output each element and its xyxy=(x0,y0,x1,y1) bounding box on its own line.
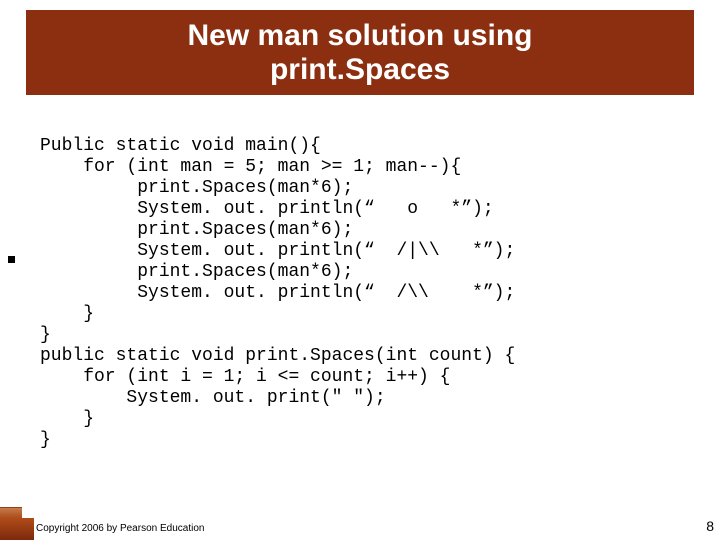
copyright-text: Copyright 2006 by Pearson Education xyxy=(36,523,204,534)
bullet-icon xyxy=(8,256,15,263)
title-bar: New man solution using print.Spaces xyxy=(26,10,694,95)
slide-title: New man solution using print.Spaces xyxy=(187,19,532,87)
code-content: Public static void main(){ for (int man … xyxy=(40,136,515,451)
page-number: 8 xyxy=(706,518,714,534)
footer-decoration xyxy=(0,518,34,540)
